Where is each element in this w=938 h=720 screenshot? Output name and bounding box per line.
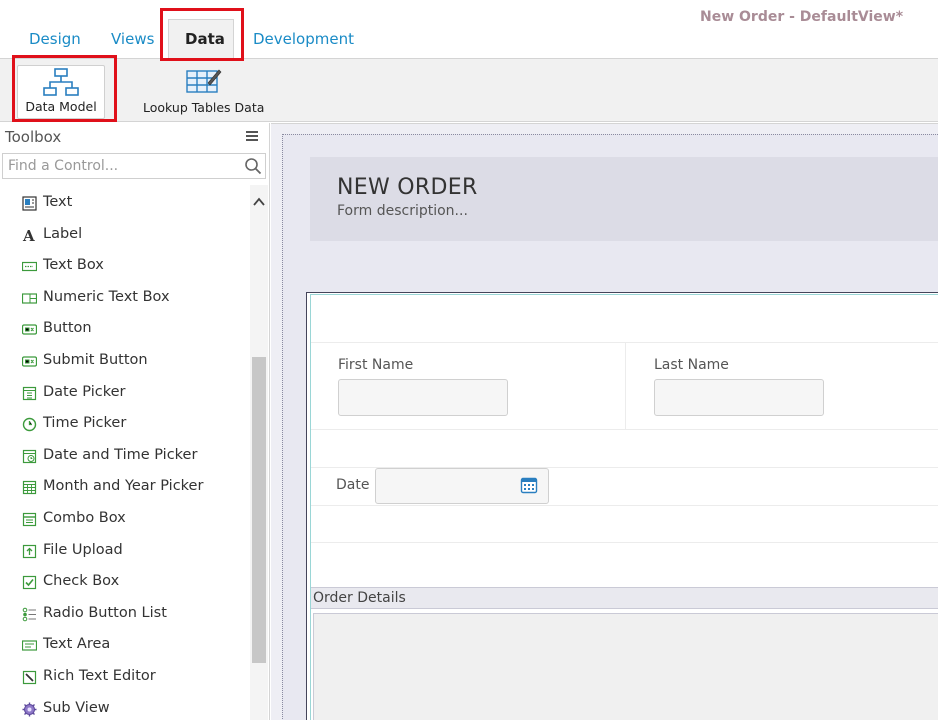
toolbox-item-label: Text Area	[43, 636, 111, 653]
sub-view-icon	[22, 702, 37, 717]
toolbox-item[interactable]: Month and Year Picker	[0, 472, 250, 502]
text-control-icon	[22, 196, 37, 211]
text-area-icon	[22, 640, 37, 651]
toolbox-item-label: Submit Button	[43, 352, 148, 368]
numeric-text-box-icon	[22, 293, 37, 304]
design-canvas: NEW ORDER Form description... First Name…	[271, 123, 938, 720]
app-window: Design Views Data Development New Order …	[0, 0, 938, 720]
window-title: New Order - DefaultView*	[700, 9, 904, 25]
tab-views[interactable]: Views	[111, 30, 154, 48]
toolbox-item[interactable]: A Label	[0, 220, 250, 250]
form-body: First Name Last Name Date Order Details	[306, 292, 938, 720]
toolbox-menu-icon[interactable]	[246, 131, 258, 143]
canvas-surface: NEW ORDER Form description... First Name…	[282, 134, 938, 720]
toolbox-item-label: Date and Time Picker	[43, 446, 198, 463]
toolbox-item-label: Rich Text Editor	[43, 668, 156, 684]
text-box-icon	[22, 262, 37, 272]
toolbox-item[interactable]: Radio Button List	[0, 599, 250, 629]
data-model-icon	[43, 68, 79, 96]
order-details-area[interactable]	[313, 613, 938, 720]
lookup-tables-label: Lookup Tables Data	[143, 100, 265, 115]
toolbox-item-label: Combo Box	[43, 510, 126, 526]
search-box	[2, 153, 266, 179]
toolbox-item[interactable]: Text Box	[0, 251, 250, 281]
rich-text-editor-icon	[22, 670, 37, 685]
last-name-label: Last Name	[654, 357, 729, 373]
toolbox-header: Toolbox	[0, 123, 270, 151]
row-divider	[311, 429, 938, 430]
month-year-picker-icon	[22, 481, 37, 495]
form-header[interactable]: NEW ORDER Form description...	[310, 157, 938, 241]
toolbox-item-label: File Upload	[43, 541, 123, 558]
toolbox-item-label: Sub View	[43, 699, 110, 716]
toolbox-item[interactable]: File Upload	[0, 536, 250, 566]
combo-box-icon	[22, 512, 37, 527]
toolbox-item[interactable]: Combo Box	[0, 504, 250, 534]
tab-design[interactable]: Design	[29, 30, 81, 48]
first-name-label: First Name	[338, 357, 414, 373]
form-description: Form description...	[337, 203, 468, 219]
toolbox-item[interactable]: Check Box	[0, 567, 250, 597]
toolbox-item[interactable]: Sub View	[0, 694, 250, 720]
toolbox-item-label: Date Picker	[43, 383, 126, 400]
toolbox-item[interactable]: Numeric Text Box	[0, 283, 250, 313]
order-details-label: Order Details	[313, 590, 406, 606]
label-icon: A	[22, 228, 35, 243]
toolbox-item[interactable]: Text	[0, 188, 250, 218]
svg-text:A: A	[22, 228, 35, 243]
toolbox-scrollbar[interactable]	[250, 185, 268, 720]
toolbox-item-label: Button	[43, 320, 92, 337]
toolbox-item-label: Radio Button List	[43, 604, 167, 621]
column-divider	[625, 342, 626, 430]
toolbox-title: Toolbox	[5, 128, 62, 146]
toolbox-item-label: Time Picker	[43, 415, 127, 432]
lookup-tables-data-button[interactable]: Lookup Tables Data	[143, 65, 265, 119]
lookup-tables-icon	[186, 69, 222, 93]
form-title: NEW ORDER	[337, 175, 478, 200]
date-label: Date	[336, 477, 370, 493]
toolbox-item-label: Check Box	[43, 573, 120, 590]
toolbox-item[interactable]: Date and Time Picker	[0, 441, 250, 471]
tab-development[interactable]: Development	[253, 30, 354, 48]
toolbox-item[interactable]: Text Area	[0, 630, 250, 660]
scroll-up-icon[interactable]	[252, 195, 266, 209]
order-details-header[interactable]: Order Details	[311, 587, 938, 609]
tab-bar: Design Views Data Development New Order …	[0, 0, 938, 60]
calendar-icon[interactable]	[520, 476, 538, 494]
submit-button-icon	[22, 356, 37, 367]
search-icon[interactable]	[244, 157, 262, 175]
date-time-picker-icon	[22, 449, 37, 463]
first-name-field[interactable]	[338, 379, 508, 416]
toolbox-item-label: Month and Year Picker	[43, 478, 204, 495]
tab-data[interactable]: Data	[185, 30, 225, 48]
check-box-icon	[22, 576, 37, 590]
scrollbar-thumb[interactable]	[252, 357, 266, 663]
row-divider	[311, 505, 938, 506]
form-table: First Name Last Name Date Order Details	[310, 294, 938, 720]
search-input[interactable]	[3, 154, 241, 178]
last-name-field[interactable]	[654, 379, 824, 416]
row-divider	[311, 542, 938, 543]
toolbox-item-label: Text Box	[43, 257, 104, 274]
toolbox-item[interactable]: Time Picker	[0, 409, 250, 439]
time-picker-icon	[22, 417, 37, 432]
toolbox-item[interactable]: Button	[0, 314, 250, 344]
toolbox-item[interactable]: Date Picker	[0, 378, 250, 408]
file-upload-icon	[22, 544, 37, 558]
toolbox-panel: Toolbox Text A Label Text Box Numeric Text B…	[0, 123, 270, 720]
toolbox-item[interactable]: Rich Text Editor	[0, 662, 250, 692]
toolbox-item-label: Text	[43, 194, 73, 210]
toolbox-list: Text A Label Text Box Numeric Text Box Button…	[0, 185, 250, 720]
data-model-label: Data Model	[25, 99, 97, 114]
date-picker-icon	[22, 386, 37, 400]
ribbon: Data Model Lookup Tables Data	[0, 58, 938, 122]
toolbox-item-label: Numeric Text Box	[43, 288, 170, 305]
radio-button-list-icon	[22, 607, 36, 622]
toolbox-item[interactable]: Submit Button	[0, 346, 250, 376]
button-icon	[22, 324, 37, 336]
data-model-button[interactable]: Data Model	[17, 65, 105, 119]
toolbox-item-label: Label	[43, 225, 83, 242]
